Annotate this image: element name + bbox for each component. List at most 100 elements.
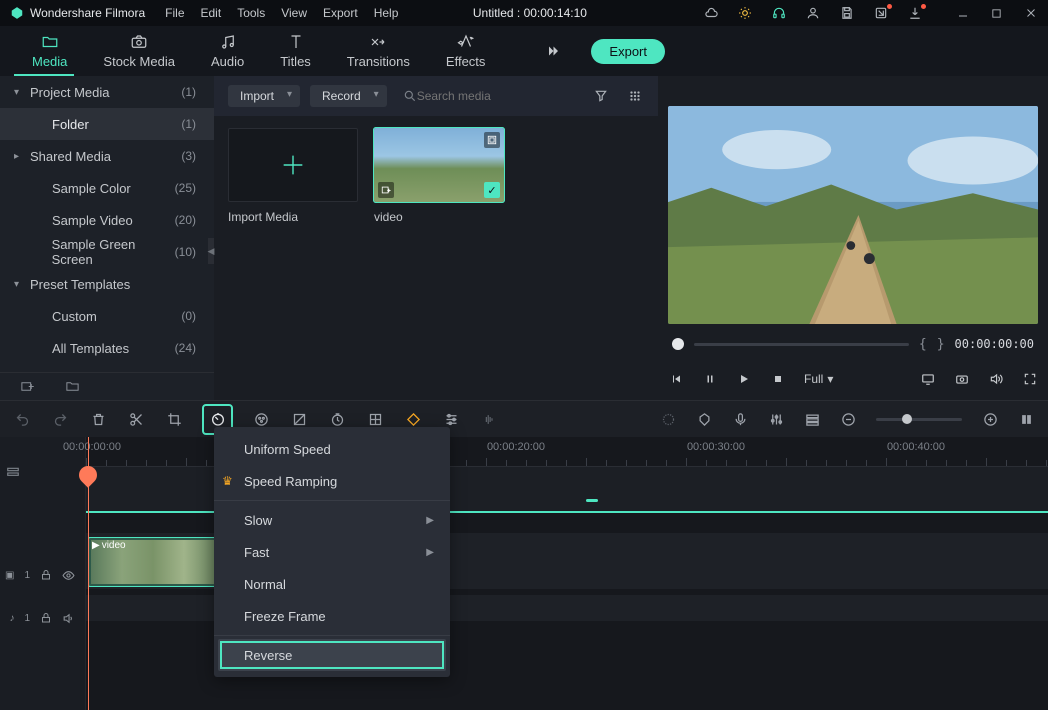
display-icon[interactable] [920, 372, 936, 386]
record-dropdown[interactable]: Record [310, 85, 387, 107]
tab-audio[interactable]: Audio [193, 26, 262, 76]
out-mark[interactable] [586, 499, 598, 502]
mic-icon[interactable] [732, 411, 748, 427]
playhead[interactable] [88, 437, 89, 710]
color-icon[interactable] [253, 411, 269, 427]
zoom-in-icon[interactable] [982, 411, 998, 427]
progress-thumb[interactable] [672, 338, 684, 350]
video-clip[interactable]: ▶ video [88, 537, 218, 587]
new-folder-icon[interactable] [20, 379, 35, 394]
diamond-keyframe-icon[interactable] [405, 411, 421, 427]
tab-transitions[interactable]: Transitions [329, 26, 428, 76]
media-clip-video[interactable]: ✓ video [374, 128, 504, 224]
titlebar: Wondershare Filmora File Edit Tools View… [0, 0, 1048, 26]
zoom-slider[interactable] [876, 418, 962, 421]
menu-edit[interactable]: Edit [201, 6, 222, 20]
zoom-fit-icon[interactable] [1018, 411, 1034, 427]
menu-export[interactable]: Export [323, 6, 358, 20]
download-icon[interactable] [908, 6, 922, 20]
green-screen-icon[interactable] [291, 411, 307, 427]
sidebar-item[interactable]: Sample Color(25) [0, 172, 214, 204]
delete-icon[interactable] [90, 411, 106, 427]
filter-icon[interactable] [594, 89, 610, 103]
play-icon[interactable] [702, 372, 718, 386]
search-box[interactable] [397, 89, 576, 103]
folder-plain-icon[interactable] [65, 379, 80, 394]
add-to-timeline-icon[interactable] [378, 182, 394, 198]
notification-icon[interactable] [874, 6, 888, 20]
video-track-header[interactable]: ▣ 1 [0, 547, 85, 603]
render-icon[interactable] [660, 411, 676, 427]
progress-track[interactable] [694, 343, 909, 346]
maximize-icon[interactable] [990, 6, 1004, 20]
mixer-icon[interactable] [768, 411, 784, 427]
audio-track-header[interactable]: ♪ 1 [0, 603, 85, 633]
prev-frame-icon[interactable] [668, 372, 684, 386]
menu-fast[interactable]: Fast▶ [214, 536, 450, 568]
track-manager-icon[interactable] [804, 411, 820, 427]
tab-effects[interactable]: Effects [428, 26, 504, 76]
keyframe-icon[interactable] [367, 411, 383, 427]
camera-icon [130, 33, 148, 51]
sidebar-item[interactable]: ▾Project Media(1) [0, 76, 214, 108]
marker-icon[interactable] [696, 411, 712, 427]
ruler-label: 00:00:30:00 [687, 441, 745, 453]
eye-icon[interactable] [62, 569, 75, 582]
zoom-out-icon[interactable] [840, 411, 856, 427]
zoom-dropdown[interactable]: Full ▾ [804, 372, 833, 386]
menu-tools[interactable]: Tools [237, 6, 265, 20]
search-input[interactable] [417, 89, 557, 103]
sidebar-item[interactable]: ▸Shared Media(3) [0, 140, 214, 172]
track-options-icon[interactable] [6, 466, 20, 480]
menu-freeze-frame[interactable]: Freeze Frame [214, 600, 450, 632]
menu-uniform-speed[interactable]: Uniform Speed [214, 433, 450, 465]
play-solid-icon[interactable] [736, 372, 752, 386]
menu-normal[interactable]: Normal [214, 568, 450, 600]
preview-canvas[interactable] [668, 106, 1038, 324]
stop-icon[interactable] [770, 372, 786, 386]
save-icon[interactable] [840, 6, 854, 20]
menu-help[interactable]: Help [374, 6, 399, 20]
sidebar-item[interactable]: Custom(0) [0, 300, 214, 332]
sidebar-item[interactable]: Sample Video(20) [0, 204, 214, 236]
menu-speed-ramping[interactable]: ♛Speed Ramping [214, 465, 450, 497]
menu-view[interactable]: View [281, 6, 307, 20]
crop-icon[interactable] [166, 411, 182, 427]
speaker-icon[interactable] [62, 612, 75, 625]
export-button[interactable]: Export [591, 39, 665, 64]
adjust-icon[interactable] [443, 411, 459, 427]
duration-icon[interactable] [329, 411, 345, 427]
tabs-more-icon[interactable] [543, 42, 561, 60]
import-media-tile[interactable]: Import Media [228, 128, 358, 224]
menu-slow[interactable]: Slow▶ [214, 504, 450, 536]
fullscreen-icon[interactable] [1022, 372, 1038, 386]
close-icon[interactable] [1024, 6, 1038, 20]
lock-icon[interactable] [40, 612, 52, 624]
menu-file[interactable]: File [165, 6, 184, 20]
tab-stock-media[interactable]: Stock Media [85, 26, 193, 76]
volume-icon[interactable] [988, 372, 1004, 386]
grid-view-icon[interactable] [628, 89, 644, 103]
tab-media[interactable]: Media [14, 26, 85, 76]
lock-icon[interactable] [40, 569, 52, 581]
sidebar-item[interactable]: Folder(1) [0, 108, 214, 140]
sidebar-item[interactable]: ▾Preset Templates [0, 268, 214, 300]
panel-divider[interactable]: ◀ [208, 238, 214, 264]
split-icon[interactable] [128, 411, 144, 427]
ruler-label: 00:00:40:00 [887, 441, 945, 453]
minimize-icon[interactable] [956, 6, 970, 20]
headphones-icon[interactable] [772, 6, 786, 20]
redo-icon[interactable] [52, 411, 68, 427]
media-toolbar: Import Record [214, 76, 658, 116]
tab-titles[interactable]: Titles [262, 26, 329, 76]
sun-icon[interactable] [738, 6, 752, 20]
user-icon[interactable] [806, 6, 820, 20]
cloud-icon[interactable] [704, 6, 718, 20]
sidebar-item[interactable]: Sample Green Screen(10) [0, 236, 214, 268]
menu-reverse[interactable]: Reverse [218, 639, 446, 671]
snapshot-icon[interactable] [954, 372, 970, 386]
undo-icon[interactable] [14, 411, 30, 427]
waveform-icon[interactable] [481, 411, 497, 427]
sidebar-item[interactable]: All Templates(24) [0, 332, 214, 364]
import-dropdown[interactable]: Import [228, 85, 300, 107]
